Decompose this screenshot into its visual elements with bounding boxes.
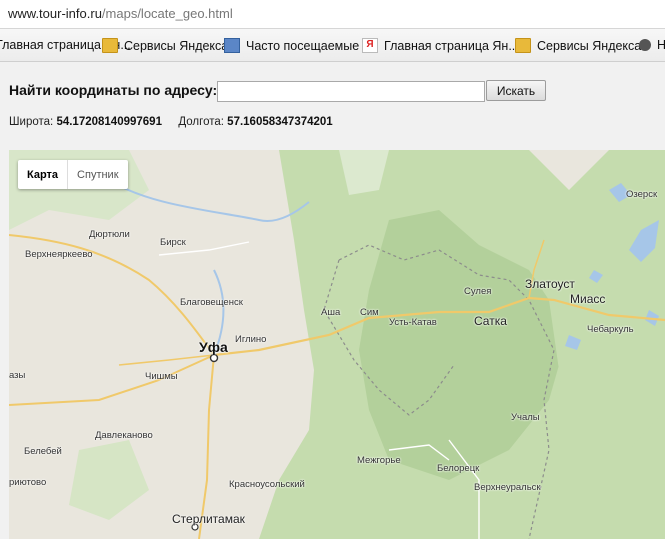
map-place-label: Межгорье <box>357 455 401 466</box>
map-type-control: Карта Спутник <box>18 160 128 189</box>
map-place-label: Бирск <box>160 237 186 248</box>
url-domain: www.tour-info.ru <box>8 6 102 21</box>
longitude-value: 57.16058347374201 <box>227 116 333 128</box>
bookmarks-bar: Главная страница Ян... Сервисы Яндекса Ч… <box>0 29 665 62</box>
longitude-label: Долгота: <box>178 116 224 128</box>
latitude-value: 54.17208140997691 <box>56 116 162 128</box>
map-place-label: риютово <box>9 477 47 488</box>
map-place-label: Сим <box>360 307 379 318</box>
map-place-label: Благовещенск <box>180 297 243 308</box>
bookmark-yandex-services-1[interactable]: Сервисы Яндекса <box>102 38 228 53</box>
map-place-label: Учалы <box>511 412 540 423</box>
frequent-sites-icon <box>224 38 240 53</box>
bookmark-label: Главная страница Ян... <box>384 38 519 53</box>
bookmark-label: Сервисы Яндекса <box>537 38 642 53</box>
latitude-label: Широта: <box>9 116 54 128</box>
map-place-label: Уфа <box>199 339 228 355</box>
map-canvas[interactable]: Карта Спутник Дюртюли Верхнеяркеево Бирс… <box>9 150 665 539</box>
bookmark-frequent[interactable]: Часто посещаемые <box>224 38 359 53</box>
address-bar[interactable]: www.tour-info.ru/maps/locate_geo.html <box>0 0 665 29</box>
map-place-label: Давлеканово <box>95 430 153 441</box>
map-terrain <box>9 150 665 539</box>
bookmark-overflow[interactable]: Н <box>639 38 665 52</box>
map-place-label: Чебаркуль <box>587 324 634 335</box>
bookmark-label: Н <box>657 38 665 52</box>
map-place-label: Озерск <box>626 189 658 200</box>
coords-readout: Широта: 54.17208140997691 Долгота: 57.16… <box>9 116 333 128</box>
map-place-label: Сулея <box>464 286 492 297</box>
address-input[interactable] <box>217 81 485 102</box>
map-place-label: Аша <box>321 307 341 318</box>
map-place-label: Златоуст <box>525 277 575 291</box>
bookmark-yandex-services-2[interactable]: Сервисы Яндекса <box>515 38 641 53</box>
map-place-label: Миасс <box>570 292 606 306</box>
bookmark-label: Часто посещаемые <box>246 38 360 53</box>
map-place-label: Верхнеуральск <box>474 482 541 493</box>
map-place-label: Сатка <box>474 314 507 328</box>
map-place-label: Белорецк <box>437 463 480 474</box>
find-coords-label: Найти координаты по адресу: <box>9 82 218 98</box>
folder-icon <box>102 38 118 53</box>
map-place-label: Стерлитамак <box>172 512 245 526</box>
map-place-label: Дюртюли <box>89 229 130 240</box>
map-type-satellite-button[interactable]: Спутник <box>68 160 127 189</box>
map-place-label: Белебей <box>24 446 62 457</box>
bookmark-yandex-main-2[interactable]: Я Главная страница Ян... <box>362 38 519 53</box>
map-type-map-button[interactable]: Карта <box>18 160 69 189</box>
map-place-label: азы <box>9 370 26 381</box>
yandex-icon: Я <box>362 38 378 53</box>
map-place-label: Чишмы <box>145 371 178 382</box>
map-place-label: Усть-Катав <box>389 317 437 328</box>
search-button[interactable]: Искать <box>486 80 546 101</box>
folder-icon <box>515 38 531 53</box>
map-place-label: Красноусольский <box>229 479 305 490</box>
map-place-label: Верхнеяркеево <box>25 249 93 260</box>
url-text[interactable]: www.tour-info.ru/maps/locate_geo.html <box>8 6 233 21</box>
map-place-label: Иглино <box>235 334 267 345</box>
globe-icon <box>639 39 651 51</box>
url-path: /maps/locate_geo.html <box>101 6 233 21</box>
bookmark-label: Сервисы Яндекса <box>124 38 229 53</box>
